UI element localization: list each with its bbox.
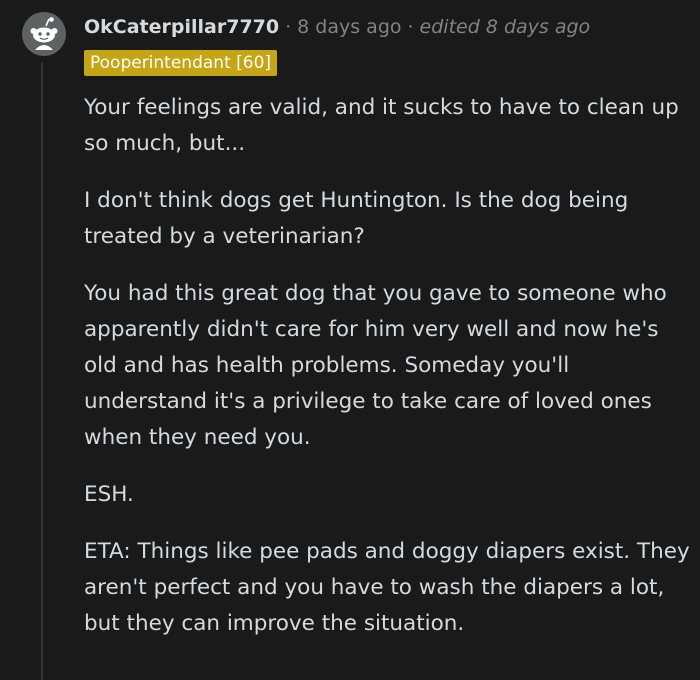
user-flair[interactable]: Pooperintendant [60] — [84, 50, 278, 76]
comment: OkCaterpillar7770 · 8 days ago · edited … — [0, 0, 700, 680]
comment-meta: OkCaterpillar7770 · 8 days ago · edited … — [84, 14, 590, 40]
timestamp-link[interactable]: 8 days ago — [297, 16, 401, 38]
comment-paragraph: Your feelings are valid, and it sucks to… — [84, 95, 679, 156]
comment-paragraph: ETA: Things like pee pads and doggy diap… — [84, 539, 690, 636]
snoo-avatar-icon — [22, 12, 66, 56]
edited-label: edited 8 days ago — [419, 16, 591, 38]
meta-separator: · — [407, 16, 414, 38]
thread-collapse-line[interactable] — [41, 62, 43, 680]
username-link[interactable]: OkCaterpillar7770 — [84, 16, 279, 38]
comment-paragraph: ESH. — [84, 482, 134, 507]
comment-paragraph: I don't think dogs get Huntington. Is th… — [84, 188, 629, 249]
comment-body: Your feelings are valid, and it sucks to… — [84, 90, 692, 663]
meta-separator: · — [285, 16, 292, 38]
comment-paragraph: You had this great dog that you gave to … — [84, 281, 667, 450]
avatar[interactable] — [22, 12, 66, 56]
